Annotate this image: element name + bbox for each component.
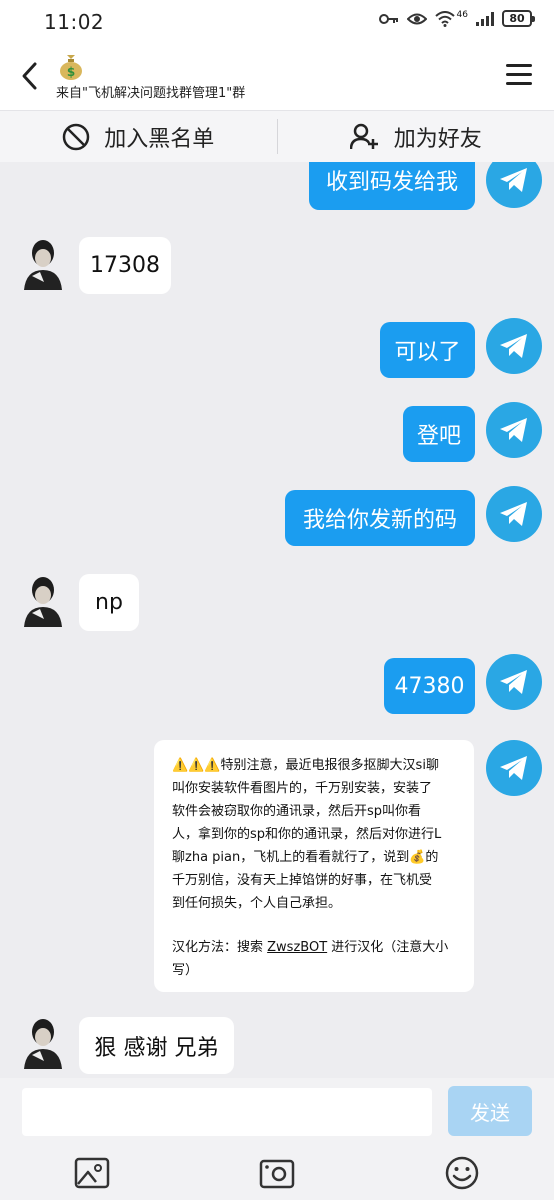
- add-person-icon: [349, 123, 378, 149]
- key-icon: [378, 13, 398, 24]
- user-avatar[interactable]: [18, 236, 68, 290]
- input-bar: 发送: [0, 1078, 554, 1200]
- telegram-avatar[interactable]: [486, 740, 542, 796]
- telegram-plane-icon: [500, 168, 527, 192]
- message-text: 收到码发给我: [325, 170, 458, 195]
- telegram-avatar[interactable]: [486, 162, 542, 208]
- incoming-message[interactable]: 狠 感谢 兄弟: [79, 1017, 234, 1074]
- eye-icon: [406, 13, 427, 24]
- incoming-message[interactable]: np: [79, 574, 139, 631]
- notice-text: 汉化方法：搜索: [172, 940, 268, 955]
- chat-area[interactable]: 收到码发给我 17308 可以了 登吧 我给你发新的码 np 47380 ⚠️⚠…: [0, 162, 554, 1078]
- user-avatar[interactable]: [18, 573, 68, 627]
- message-text: 可以了: [394, 340, 461, 365]
- network-type: 46: [456, 9, 468, 20]
- notice-line: 汉化方法：搜索 ZwszBOT 进行汉化（注意大小: [172, 936, 460, 959]
- telegram-plane-icon: [500, 418, 527, 442]
- notice-line: ⚠️⚠️⚠️特别注意，最近电报很多抠脚大汉si聊: [172, 758, 439, 773]
- notice-text: 进行汉化（注意大小: [327, 940, 449, 955]
- outgoing-message[interactable]: 可以了: [380, 322, 475, 378]
- message-text: np: [95, 590, 123, 615]
- warning-notice-message[interactable]: ⚠️⚠️⚠️特别注意，最近电报很多抠脚大汉si聊 叫你安装软件看图片的，千万别安…: [154, 740, 474, 992]
- message-text: 登吧: [416, 424, 461, 449]
- outgoing-message[interactable]: 我给你发新的码: [285, 490, 475, 546]
- telegram-avatar[interactable]: [486, 318, 542, 374]
- chevron-left-icon: [22, 62, 37, 90]
- emoji-icon[interactable]: [444, 1156, 480, 1190]
- telegram-plane-icon: [500, 334, 527, 358]
- back-button[interactable]: [14, 58, 44, 94]
- notice-line: 千万别信，没有天上掉馅饼的好事，在飞机受: [172, 873, 433, 888]
- telegram-avatar[interactable]: [486, 486, 542, 542]
- telegram-plane-icon: [500, 670, 527, 694]
- message-input[interactable]: [22, 1088, 432, 1136]
- message-text: 狠 感谢 兄弟: [94, 1035, 219, 1061]
- user-avatar[interactable]: [18, 1015, 68, 1069]
- message-text: 17308: [90, 253, 160, 278]
- bot-link[interactable]: ZwszBOT: [267, 940, 327, 955]
- nav-bar: $ 来自"飞机解决问题找群管理1"群: [0, 44, 554, 110]
- notice-line: 软件会被窃取你的通讯录，然后开sp叫你看: [172, 804, 422, 819]
- incoming-message[interactable]: 17308: [79, 237, 171, 294]
- notice-line: 写）: [172, 963, 199, 978]
- status-time: 11:02: [44, 10, 105, 34]
- telegram-avatar[interactable]: [486, 402, 542, 458]
- image-icon[interactable]: [74, 1156, 110, 1190]
- status-icons: 46 80: [378, 9, 535, 27]
- group-source-subtitle: 来自"飞机解决问题找群管理1"群: [56, 86, 246, 101]
- add-friend-button[interactable]: 加为好友: [278, 111, 554, 162]
- telegram-plane-icon: [500, 756, 527, 780]
- outgoing-message[interactable]: 登吧: [403, 406, 475, 462]
- menu-button[interactable]: [506, 64, 532, 88]
- add-to-blacklist-button[interactable]: 加入黑名单: [0, 111, 277, 162]
- notice-line: 聊zha pian，飞机上的看看就行了，说到💰的: [172, 850, 439, 865]
- outgoing-message[interactable]: 收到码发给我: [309, 162, 475, 210]
- outgoing-message[interactable]: 47380: [384, 658, 475, 714]
- camera-icon[interactable]: [259, 1156, 295, 1190]
- telegram-plane-icon: [500, 502, 527, 526]
- notice-line: 叫你安装软件看图片的，千万别安装，安装了: [172, 781, 433, 796]
- message-text: 47380: [394, 673, 465, 699]
- add-to-blacklist-label: 加入黑名单: [104, 126, 215, 152]
- block-icon: [62, 123, 90, 150]
- add-friend-label: 加为好友: [393, 126, 482, 152]
- message-text: 我给你发新的码: [302, 508, 457, 533]
- money-bag-icon: $: [60, 55, 82, 80]
- signal-icon: [476, 11, 494, 26]
- battery-icon: 80: [502, 10, 535, 27]
- telegram-avatar[interactable]: [486, 654, 542, 710]
- svg-text:$: $: [67, 65, 75, 79]
- send-button[interactable]: 发送: [448, 1086, 532, 1136]
- action-bar: 加入黑名单 加为好友: [0, 110, 554, 162]
- status-bar: 11:02 46 80: [0, 0, 554, 44]
- notice-line: 人，拿到你的sp和你的通讯录，然后对你进行L: [172, 827, 442, 842]
- wifi-icon: [434, 10, 455, 27]
- notice-gap: [172, 915, 460, 936]
- notice-line: 到任何损失，个人自己承担。: [172, 896, 342, 911]
